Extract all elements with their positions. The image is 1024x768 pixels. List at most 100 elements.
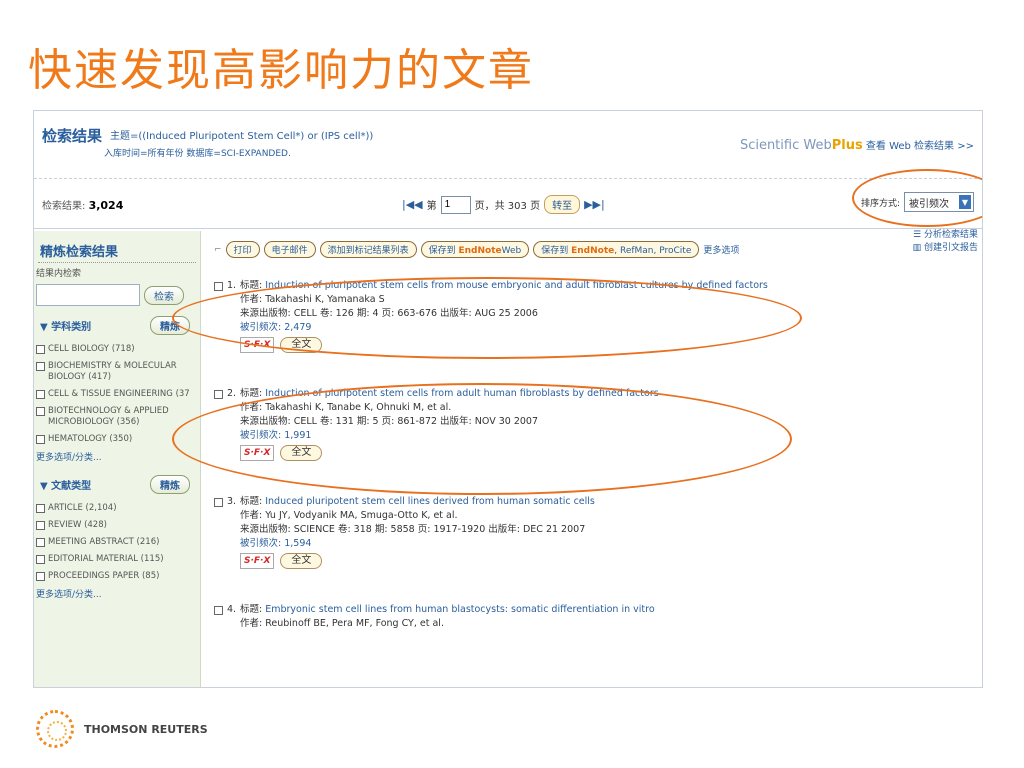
result-count-value: 3,024	[88, 199, 124, 212]
filter-checkbox[interactable]	[36, 538, 45, 547]
save-web-mid: EndNote	[458, 246, 502, 256]
sfx-button[interactable]: S·F·X	[240, 553, 275, 569]
title-prefix: 标题:	[240, 280, 263, 291]
more-doctypes-link[interactable]: 更多选项/分类...	[34, 585, 200, 602]
filter-option[interactable]: EDITORIAL MATERIAL (115)	[34, 551, 200, 568]
record-actions: S·F·X 全文	[240, 337, 323, 353]
save-web-pre: 保存到	[428, 246, 456, 256]
filter-checkbox[interactable]	[36, 362, 45, 371]
record-title-link[interactable]: Embryonic stem cell lines from human bla…	[265, 604, 654, 615]
record-title-line: 标题: Embryonic stem cell lines from human…	[240, 603, 655, 617]
filter-option-label: MEETING ABSTRACT (216)	[48, 537, 160, 547]
last-page-icon[interactable]: ▶▶|	[584, 198, 605, 211]
results-header: 检索结果 主题=((Induced Pluripotent Stem Cell*…	[34, 111, 982, 179]
thomson-reuters-logo-icon	[36, 710, 74, 748]
record-checkbox[interactable]	[214, 498, 223, 507]
footer-brand: THOMSON REUTERS	[36, 710, 208, 748]
add-marked-button[interactable]: 添加到标记结果列表	[319, 241, 417, 258]
filter-checkbox[interactable]	[36, 407, 45, 416]
result-count: 检索结果: 3,024	[42, 197, 123, 212]
email-button[interactable]: 电子邮件	[263, 241, 316, 258]
sfx-button[interactable]: S·F·X	[240, 337, 275, 353]
filter-checkbox[interactable]	[36, 345, 45, 354]
result-record: 4. 标题: Embryonic stem cell lines from hum…	[214, 603, 655, 631]
refine-button[interactable]: 精炼	[150, 316, 190, 335]
record-number: 2.	[214, 387, 236, 401]
save-endnote-web-button[interactable]: 保存到 EndNoteWeb	[420, 241, 530, 258]
record-authors: 作者: Reubinoff BE, Pera MF, Fong CY, et a…	[240, 618, 444, 629]
webplus-link[interactable]: Scientific WebPlus 查看 Web 检索结果 >>	[740, 137, 974, 153]
filter-option[interactable]: BIOTECHNOLOGY & APPLIED MICROBIOLOGY (35…	[34, 403, 200, 431]
record-title-link[interactable]: Induced pluripotent stem cell lines deri…	[265, 496, 595, 507]
filter-option[interactable]: BIOCHEMISTRY & MOLECULAR BIOLOGY (417)	[34, 358, 200, 386]
record-checkbox[interactable]	[214, 390, 223, 399]
first-page-icon[interactable]: |◀◀	[402, 198, 423, 211]
filter-option[interactable]: MEETING ABSTRACT (216)	[34, 534, 200, 551]
record-cited-count[interactable]: 被引频次: 1,594	[240, 537, 595, 551]
refine-title: 精炼检索结果	[38, 231, 196, 263]
webplus-link-label[interactable]: 查看 Web 检索结果 >>	[866, 141, 974, 152]
go-button[interactable]: 转至	[544, 195, 581, 214]
record-cited-count[interactable]: 被引频次: 1,991	[240, 429, 659, 443]
filter-option[interactable]: CELL & TISSUE ENGINEERING (37	[34, 386, 200, 403]
record-body: 标题: Induction of pluripotent stem cells …	[240, 279, 768, 353]
record-body: 标题: Induced pluripotent stem cell lines …	[240, 495, 595, 569]
record-checkbox[interactable]	[214, 606, 223, 615]
record-index: 4.	[227, 604, 237, 615]
sort-select[interactable]: 被引频次 ▼	[904, 192, 974, 212]
filter-checkbox[interactable]	[36, 572, 45, 581]
title-prefix: 标题:	[240, 604, 263, 615]
title-prefix: 标题:	[240, 496, 263, 507]
record-source: 来源出版物: CELL 卷: 131 期: 5 页: 861-872 出版年: …	[240, 416, 538, 427]
record-title-link[interactable]: Induction of pluripotent stem cells from…	[265, 280, 768, 291]
print-button[interactable]: 打印	[225, 241, 260, 258]
title-prefix: 标题:	[240, 388, 263, 399]
record-title-line: 标题: Induction of pluripotent stem cells …	[240, 387, 659, 401]
record-title-line: 标题: Induced pluripotent stem cell lines …	[240, 495, 595, 509]
query-text: 主题=((Induced Pluripotent Stem Cell*) or …	[110, 131, 374, 142]
search-within-button[interactable]: 检索	[144, 285, 184, 305]
filter-checkbox[interactable]	[36, 435, 45, 444]
filter-checkbox[interactable]	[36, 390, 45, 399]
record-number: 1.	[214, 279, 236, 293]
sort-label: 排序方式:	[860, 198, 900, 209]
filter-option-label: ARTICLE (2,104)	[48, 503, 117, 513]
doctype-heading: ▼ 文献类型 精炼	[34, 465, 200, 500]
analyze-results-link[interactable]: ☰ 分析检索结果	[913, 229, 978, 242]
page-number-input[interactable]	[440, 195, 471, 214]
filter-option[interactable]: REVIEW (428)	[34, 517, 200, 534]
save-desk-post: , RefMan, ProCite	[614, 246, 692, 256]
save-endnote-desktop-button[interactable]: 保存到 EndNote, RefMan, ProCite	[533, 241, 700, 258]
subject-heading: ▼ 学科类别 精炼	[34, 306, 200, 341]
more-subjects-link[interactable]: 更多选项/分类...	[34, 448, 200, 465]
fulltext-button[interactable]: 全文	[280, 445, 323, 461]
record-checkbox[interactable]	[214, 282, 223, 291]
fulltext-button[interactable]: 全文	[280, 337, 323, 353]
filter-checkbox[interactable]	[36, 555, 45, 564]
more-options-link[interactable]: 更多选项	[703, 243, 739, 256]
result-record: 2. 标题: Induction of pluripotent stem cell…	[214, 387, 659, 461]
filter-option[interactable]: CELL BIOLOGY (718)	[34, 341, 200, 358]
doctype-heading-label: ▼ 文献类型	[40, 481, 92, 492]
filter-option-label: PROCEEDINGS PAPER (85)	[48, 571, 160, 581]
filter-option[interactable]: PROCEEDINGS PAPER (85)	[34, 568, 200, 585]
subject-list: CELL BIOLOGY (718) BIOCHEMISTRY & MOLECUL…	[34, 341, 200, 448]
filter-option[interactable]: ARTICLE (2,104)	[34, 500, 200, 517]
filter-checkbox[interactable]	[36, 504, 45, 513]
filter-checkbox[interactable]	[36, 521, 45, 530]
citation-report-link[interactable]: ▥ 创建引文报告	[913, 242, 978, 255]
filter-option[interactable]: HEMATOLOGY (350)	[34, 431, 200, 448]
sfx-button[interactable]: S·F·X	[240, 445, 275, 461]
slide-title: 快速发现高影响力的文章	[28, 45, 534, 96]
wos-results-window: 检索结果 主题=((Induced Pluripotent Stem Cell*…	[33, 110, 983, 688]
fulltext-button[interactable]: 全文	[280, 553, 323, 569]
filter-option-label: EDITORIAL MATERIAL (115)	[48, 554, 164, 564]
doctype-heading-text: 文献类型	[51, 481, 92, 492]
search-within-input[interactable]	[36, 284, 140, 306]
analysis-links: ☰ 分析检索结果 ▥ 创建引文报告	[913, 229, 978, 255]
refine-button-2[interactable]: 精炼	[150, 475, 190, 494]
record-title-link[interactable]: Induction of pluripotent stem cells from…	[265, 388, 658, 399]
webplus-logo-plus: Plus	[831, 138, 863, 153]
chevron-down-icon[interactable]: ▼	[959, 195, 971, 209]
record-cited-count[interactable]: 被引频次: 2,479	[240, 321, 768, 335]
